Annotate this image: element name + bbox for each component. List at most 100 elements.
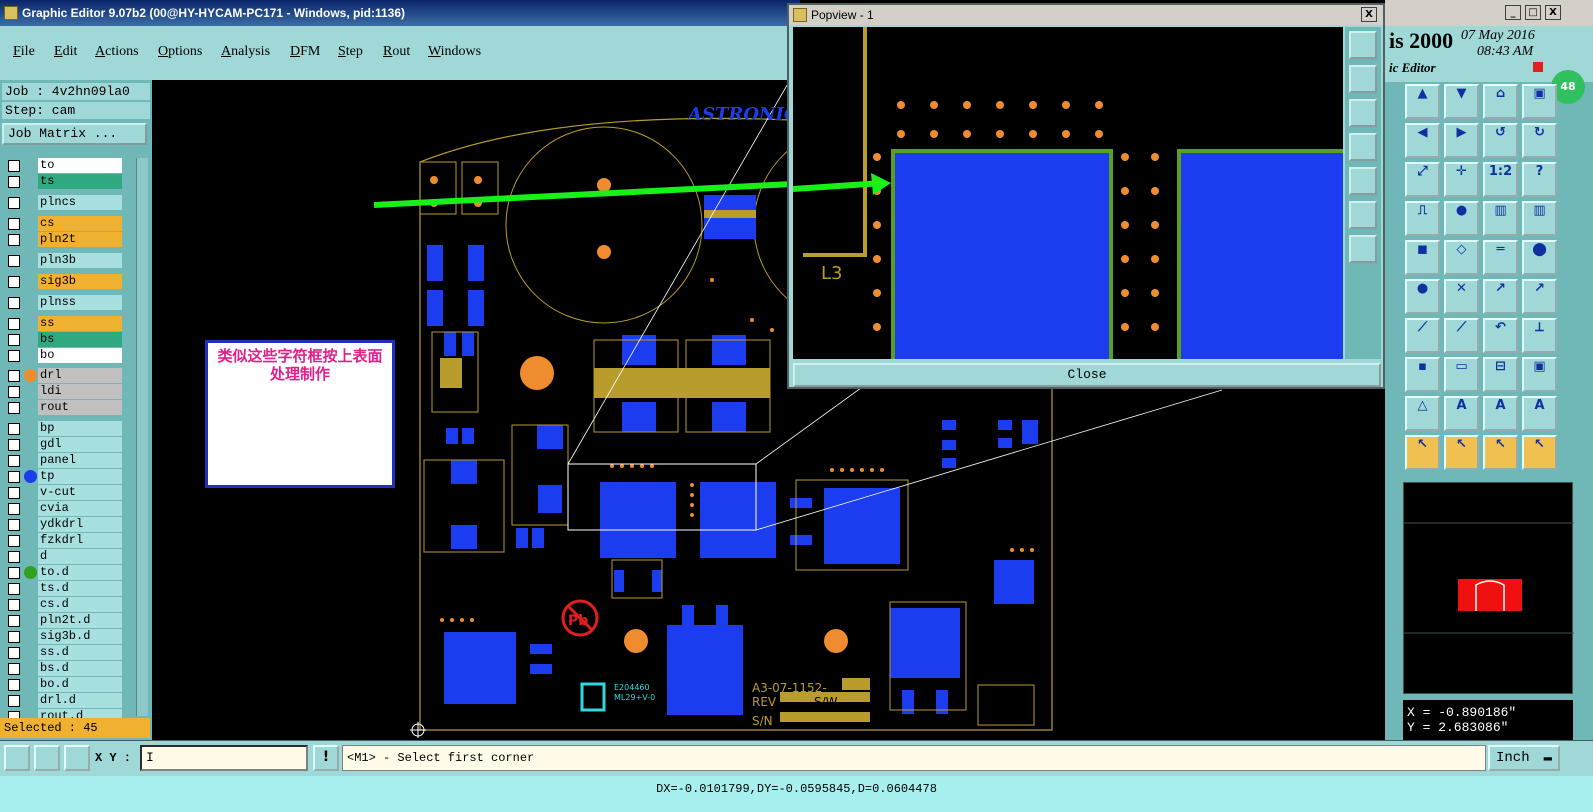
layer-checkbox[interactable] [8,615,20,627]
select-tool[interactable]: ↖ [1444,435,1479,470]
layer-row-ss[interactable]: ss [2,316,122,331]
layer-checkbox[interactable] [8,197,20,209]
layer-row-panel[interactable]: panel [2,453,122,468]
layer-checkbox[interactable] [8,455,20,467]
a-select-tool[interactable]: A [1444,396,1479,431]
layer-name[interactable]: to [38,158,122,173]
minimize-button[interactable]: _ [1505,5,1521,20]
drill-tool[interactable]: ⬤ [1522,240,1557,275]
snap-button[interactable] [4,745,30,771]
layer-row-bp[interactable]: bp [2,421,122,436]
layer-row-ldi[interactable]: ldi [2,384,122,399]
zoom-fit-tool[interactable]: ▣ [1522,84,1557,119]
layer-name[interactable]: ts [38,174,122,189]
layer-row-rout[interactable]: rout [2,400,122,415]
line-tool[interactable]: ⟋ [1444,318,1479,353]
layer-checkbox[interactable] [8,631,20,643]
layer-checkbox[interactable] [8,647,20,659]
layer-checkbox[interactable] [8,695,20,707]
layer-checkbox[interactable] [8,234,20,246]
layer-name[interactable]: plnss [38,295,122,310]
layer-name[interactable]: ss [38,316,122,331]
layer-name[interactable]: ydkdrl [38,517,122,532]
popview-close-x[interactable]: X [1361,7,1377,22]
layer-name[interactable]: cvia [38,501,122,516]
menu-actions[interactable]: Actions [95,44,139,60]
layer-row-bs[interactable]: bs [2,332,122,347]
pad-tool[interactable]: ◼ [1405,240,1440,275]
layer-checkbox[interactable] [8,334,20,346]
popview-pan-left-button[interactable] [1349,133,1377,161]
popview-pan-down-button[interactable] [1349,99,1377,127]
layer-row-to-d[interactable]: to.d [2,565,122,580]
layer-checkbox[interactable] [8,160,20,172]
popview-canvas[interactable]: L3 [793,27,1343,359]
warning-icon[interactable]: ! [313,745,339,771]
popview-pan-right-button[interactable] [1349,167,1377,195]
layer-row-plnss[interactable]: plnss [2,295,122,310]
layer-row-ydkdrl[interactable]: ydkdrl [2,517,122,532]
menu-file[interactable]: File [13,44,35,60]
layer-toggle-tool[interactable]: ▥ [1483,201,1518,236]
layer-compare-tool[interactable]: ▥ [1522,201,1557,236]
ruler-tool[interactable]: ═ [1483,240,1518,275]
triangle-tool[interactable]: △ [1405,396,1440,431]
net-select-tool[interactable]: ↖ [1522,435,1557,470]
layer-name[interactable]: drl.d [38,693,122,708]
layer-row-drl-d[interactable]: drl.d [2,693,122,708]
layer-checkbox[interactable] [8,519,20,531]
layer-name[interactable]: drl [38,368,122,383]
layer-checkbox[interactable] [8,350,20,362]
layer-row-bs-d[interactable]: bs.d [2,661,122,676]
layer-row-gdl[interactable]: gdl [2,437,122,452]
layer-row-cs-d[interactable]: cs.d [2,597,122,612]
arc-tool[interactable]: ↶ [1483,318,1518,353]
popview-close-button[interactable]: Close [793,363,1381,387]
layer-row-sig3b[interactable]: sig3b [2,274,122,289]
menu-options[interactable]: Options [158,44,202,60]
popview-zoom-in-button[interactable] [1349,201,1377,229]
layer-checkbox[interactable] [8,423,20,435]
center-tool[interactable]: ✛ [1444,162,1479,197]
layer-name[interactable]: pln3b [38,253,122,268]
xy-input[interactable]: I [140,745,308,771]
layer-name[interactable]: cs.d [38,597,122,612]
layer-checkbox[interactable] [8,679,20,691]
layer-row-fzkdrl[interactable]: fzkdrl [2,533,122,548]
measure-tool[interactable]: ⎍ [1405,201,1440,236]
layer-row-d[interactable]: d [2,549,122,564]
layer-checkbox[interactable] [8,439,20,451]
layer-name[interactable]: tp [38,469,122,484]
layer-name[interactable]: gdl [38,437,122,452]
layer-name[interactable]: fzkdrl [38,533,122,548]
layer-name[interactable]: plncs [38,195,122,210]
fit-tool[interactable]: ⤢ [1405,162,1440,197]
menu-analysis[interactable]: Analysis [221,44,270,60]
cross-tool[interactable]: ✕ [1444,279,1479,314]
menu-rout[interactable]: Rout [383,44,410,60]
layer-checkbox[interactable] [8,386,20,398]
layer-checkbox[interactable] [8,318,20,330]
layer-row-plncs[interactable]: plncs [2,195,122,210]
layer-checkbox[interactable] [8,535,20,547]
layer-name[interactable]: rout [38,400,122,415]
layer-row-cvia[interactable]: cvia [2,501,122,516]
layer-checkbox[interactable] [8,370,20,382]
popview-pan-up-button[interactable] [1349,65,1377,93]
layer-name[interactable]: ts.d [38,581,122,596]
layer-row-pln2t[interactable]: pln2t [2,232,122,247]
copy-tool[interactable]: ▣ [1522,357,1557,392]
layer-checkbox[interactable] [8,503,20,515]
layer-checkbox[interactable] [8,583,20,595]
layer-name[interactable]: sig3b.d [38,629,122,644]
layer-name[interactable]: ldi [38,384,122,399]
close-window-button[interactable]: X [1545,5,1561,20]
menu-dfm[interactable]: DFM [290,44,320,60]
a-area-tool[interactable]: A [1522,396,1557,431]
connect-tool[interactable]: ● [1405,279,1440,314]
rotate-select-tool[interactable]: ↖ [1483,435,1518,470]
layer-row-sig3b-d[interactable]: sig3b.d [2,629,122,644]
layer-checkbox[interactable] [8,297,20,309]
overview-preview[interactable] [1403,482,1574,694]
mirror-tool[interactable]: ⟂ [1522,318,1557,353]
